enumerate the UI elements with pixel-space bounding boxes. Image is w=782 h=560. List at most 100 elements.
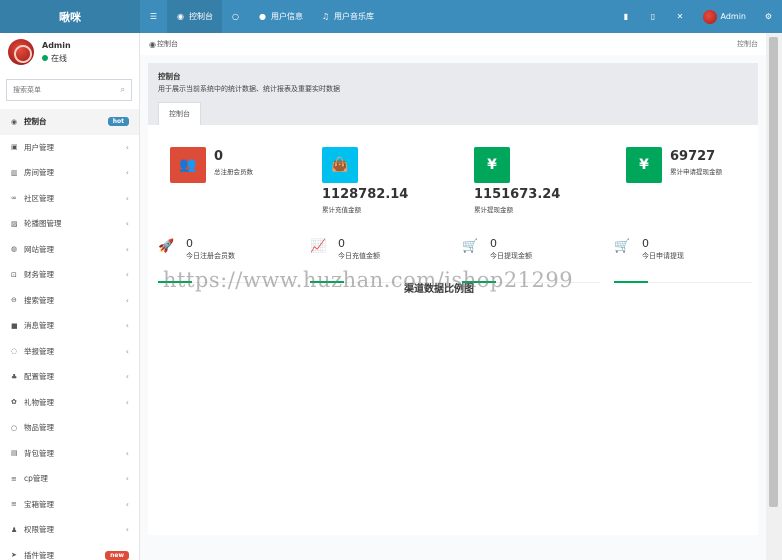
menu-icon: ✿	[11, 398, 17, 407]
search-icon[interactable]: ⌕	[121, 85, 125, 95]
fullscreen-button[interactable]: ✕	[667, 0, 694, 33]
sidebar-item[interactable]: ○ 物品管理	[0, 415, 139, 441]
mini-stat-label: 今日提现金额	[490, 252, 532, 260]
menu-icon: ≡	[11, 500, 17, 509]
underline	[614, 281, 648, 283]
user-menu[interactable]: Admin	[694, 0, 756, 33]
sidebar-item[interactable]: ▥ 房间管理 ‹	[0, 160, 139, 186]
chevron-left-icon: ‹	[125, 321, 129, 331]
tab-console[interactable]: 控制台	[158, 102, 201, 125]
sidebar-item[interactable]: ⊖ 搜索管理 ‹	[0, 288, 139, 314]
breadcrumb-right: 控制台	[737, 40, 758, 48]
mini-stat-today-withdraw-applied: 🛒 0 今日申请提现	[614, 237, 752, 283]
menu-icon: ▥	[11, 168, 18, 177]
chevron-left-icon: ‹	[125, 244, 129, 254]
chevron-left-icon: ‹	[125, 448, 129, 458]
stat-value: 1128782.14	[322, 187, 409, 202]
gears-icon: ⚙	[764, 12, 773, 21]
chevron-left-icon: ‹	[125, 219, 129, 229]
breadcrumb-label[interactable]: 控制台	[157, 39, 178, 49]
tab-dashboard[interactable]: ◉ 控制台	[167, 0, 222, 33]
mini-stat-value: 0	[338, 237, 345, 250]
sidebar-toggle-button[interactable]: ☰	[140, 0, 167, 33]
menu-icon: ◍	[11, 245, 18, 254]
cart-icon: 🛒	[614, 239, 631, 254]
scrollbar[interactable]	[766, 33, 782, 560]
menu-icon: ○	[11, 423, 18, 432]
sidebar-item[interactable]: ∞ 社区管理 ‹	[0, 186, 139, 212]
panel-header: 控制台 用于展示当前系统中的统计数据、统计报表及重要实时数据 控制台	[148, 63, 758, 125]
menu-icon: ■	[11, 321, 18, 330]
tab-circle[interactable]: ○	[222, 0, 249, 33]
sidebar-item[interactable]: ⊡ 财务管理 ‹	[0, 262, 139, 288]
tab-music-library[interactable]: ♫ 用户音乐库	[312, 0, 383, 33]
tab-music-library-label: 用户音乐库	[334, 12, 374, 21]
user-name: Admin	[42, 40, 71, 50]
users-icon: 👥	[170, 147, 206, 183]
sidebar-item-label: 轮播图管理	[24, 219, 62, 229]
tab-user-info[interactable]: ● 用户信息	[249, 0, 312, 33]
rocket-icon: 🚀	[158, 239, 175, 254]
avatar	[702, 9, 717, 24]
yen-icon: ¥	[626, 147, 662, 183]
stat-total-recharge: 👜 1128782.14 累计充值金额	[322, 147, 408, 214]
sidebar-item[interactable]: ▨ 轮播图管理 ‹	[0, 211, 139, 237]
sidebar-item[interactable]: ♟ 权限管理 ‹	[0, 517, 139, 543]
badge: hot	[107, 117, 129, 127]
menu-icon: ∞	[11, 194, 17, 203]
watermark: https://www.huzhan.com/ishop21299	[163, 268, 574, 292]
app-logo[interactable]: 啾咪	[0, 0, 140, 33]
stat-total-members: 👥 0 总注册会员数	[170, 147, 253, 183]
dashboard-icon: ◉	[177, 12, 184, 21]
sidebar-item-label: 举报管理	[24, 346, 54, 356]
stat-value: 69727	[670, 149, 716, 164]
sidebar-item-label: 网站管理	[24, 244, 54, 254]
chevron-left-icon: ‹	[125, 346, 129, 356]
sidebar-item-label: 插件管理	[24, 550, 54, 560]
trash-icon: ▮	[623, 12, 629, 21]
sidebar-item[interactable]: ◉ 控制台 hot	[0, 109, 139, 135]
sidebar-item-label: 财务管理	[24, 270, 54, 280]
sidebar-item[interactable]: ♣ 配置管理 ‹	[0, 364, 139, 390]
scrollbar-thumb[interactable]	[769, 37, 778, 507]
mini-stat-label: 今日充值金额	[338, 252, 380, 260]
stat-label: 总注册会员数	[214, 168, 253, 176]
menu-icon: ♟	[11, 525, 18, 534]
dashboard-icon: ◉	[149, 39, 156, 49]
language-button[interactable]: ▯	[640, 0, 667, 33]
sidebar-item-label: 背包管理	[24, 448, 54, 458]
chevron-left-icon: ‹	[125, 142, 129, 152]
chevron-left-icon: ‹	[125, 372, 129, 382]
hamburger-icon: ☰	[149, 12, 158, 21]
sidebar-item-label: 控制台	[24, 117, 47, 127]
sidebar-search-input[interactable]	[13, 86, 121, 94]
sidebar-item[interactable]: ≡ cp管理 ‹	[0, 466, 139, 492]
panel-body: 👥 0 总注册会员数 👜 1128782.14 累计充值金额 ¥ 1151673…	[148, 125, 758, 535]
trash-button[interactable]: ▮	[613, 0, 640, 33]
sidebar-item[interactable]: ▣ 用户管理 ‹	[0, 135, 139, 161]
sidebar-item[interactable]: ✿ 礼物管理 ‹	[0, 390, 139, 416]
circle-icon: ○	[232, 12, 239, 21]
chevron-left-icon: ‹	[125, 270, 129, 280]
settings-button[interactable]: ⚙	[755, 0, 782, 33]
sidebar-item[interactable]: ➤ 插件管理 new	[0, 543, 139, 560]
sidebar-item-label: 物品管理	[24, 423, 54, 433]
sidebar-item[interactable]: ■ 消息管理 ‹	[0, 313, 139, 339]
sidebar-item-label: 配置管理	[24, 372, 54, 382]
stat-value: 0	[214, 149, 224, 164]
sidebar-item[interactable]: ≡ 宝箱管理 ‹	[0, 492, 139, 518]
sidebar-item-label: 搜索管理	[24, 295, 54, 305]
menu-icon: ▤	[11, 449, 18, 458]
sidebar-item[interactable]: ▤ 背包管理 ‹	[0, 441, 139, 467]
sidebar-item[interactable]: ◌ 举报管理 ‹	[0, 339, 139, 365]
user-status-text: 在线	[51, 53, 67, 63]
stat-label: 累计申请提现金额	[670, 168, 722, 176]
page-description: 用于展示当前系统中的统计数据、统计报表及重要实时数据	[158, 85, 340, 93]
stat-label: 累计充值金额	[322, 206, 361, 214]
sidebar-item-label: 消息管理	[24, 321, 54, 331]
menu-icon: ◌	[11, 347, 18, 356]
chevron-left-icon: ‹	[125, 193, 129, 203]
badge: new	[105, 550, 129, 560]
sidebar-item[interactable]: ◍ 网站管理 ‹	[0, 237, 139, 263]
sidebar-item-label: 宝箱管理	[24, 499, 54, 509]
